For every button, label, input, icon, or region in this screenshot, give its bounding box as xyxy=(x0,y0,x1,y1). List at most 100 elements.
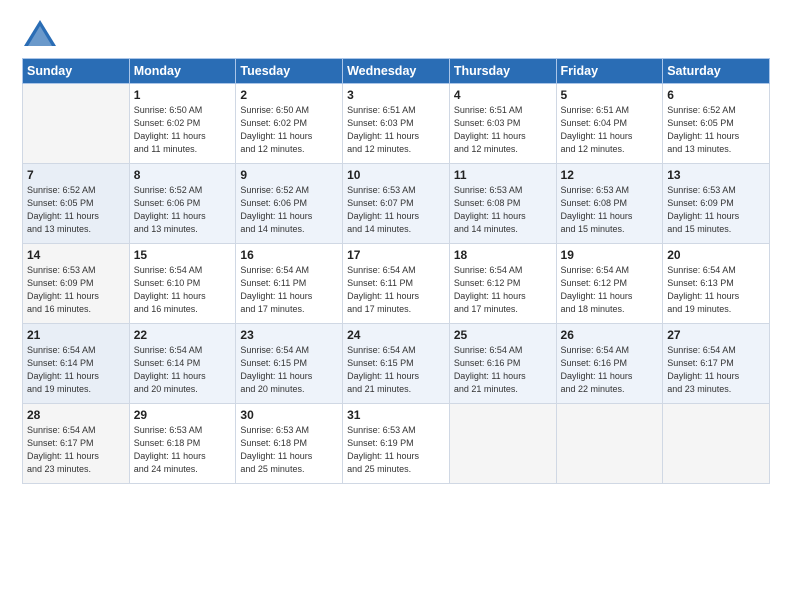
day-info: Sunrise: 6:54 AM Sunset: 6:13 PM Dayligh… xyxy=(667,264,765,316)
day-header-thursday: Thursday xyxy=(449,59,556,84)
day-info: Sunrise: 6:54 AM Sunset: 6:14 PM Dayligh… xyxy=(134,344,232,396)
calendar-cell: 28 Sunrise: 6:54 AM Sunset: 6:17 PM Dayli… xyxy=(23,404,130,484)
calendar-cell: 6Sunrise: 6:52 AM Sunset: 6:05 PM Daylig… xyxy=(663,84,770,164)
day-number: 31 xyxy=(347,408,445,422)
calendar-cell: 27 Sunrise: 6:54 AM Sunset: 6:17 PM Dayli… xyxy=(663,324,770,404)
calendar-cell: 18Sunrise: 6:54 AM Sunset: 6:12 PM Dayli… xyxy=(449,244,556,324)
day-info: Sunrise: 6:54 AM Sunset: 6:16 PM Dayligh… xyxy=(561,344,659,396)
day-number: 9 xyxy=(240,168,338,182)
day-info: Sunrise: 6:54 AM Sunset: 6:12 PM Dayligh… xyxy=(454,264,552,316)
calendar-cell: 10 Sunrise: 6:53 AM Sunset: 6:07 PM Dayli… xyxy=(343,164,450,244)
day-info: Sunrise: 6:53 AM Sunset: 6:18 PM Dayligh… xyxy=(240,424,338,476)
day-info: Sunrise: 6:53 AM Sunset: 6:09 PM Dayligh… xyxy=(667,184,765,236)
page: SundayMondayTuesdayWednesdayThursdayFrid… xyxy=(0,0,792,612)
day-number: 2 xyxy=(240,88,338,102)
day-number: 11 xyxy=(454,168,552,182)
calendar-cell xyxy=(449,404,556,484)
day-header-friday: Friday xyxy=(556,59,663,84)
day-number: 30 xyxy=(240,408,338,422)
day-number: 6 xyxy=(667,88,765,102)
day-number: 8 xyxy=(134,168,232,182)
logo-icon xyxy=(22,18,58,48)
calendar-cell: 5Sunrise: 6:51 AM Sunset: 6:04 PM Daylig… xyxy=(556,84,663,164)
calendar-cell: 4 Sunrise: 6:51 AM Sunset: 6:03 PM Daylig… xyxy=(449,84,556,164)
day-info: Sunrise: 6:51 AM Sunset: 6:04 PM Dayligh… xyxy=(561,104,659,156)
day-info: Sunrise: 6:53 AM Sunset: 6:09 PM Dayligh… xyxy=(27,264,125,316)
calendar-cell xyxy=(663,404,770,484)
day-number: 24 xyxy=(347,328,445,342)
calendar-cell: 30 Sunrise: 6:53 AM Sunset: 6:18 PM Dayli… xyxy=(236,404,343,484)
day-info: Sunrise: 6:54 AM Sunset: 6:11 PM Dayligh… xyxy=(240,264,338,316)
day-info: Sunrise: 6:53 AM Sunset: 6:07 PM Dayligh… xyxy=(347,184,445,236)
day-number: 14 xyxy=(27,248,125,262)
calendar-cell: 23 Sunrise: 6:54 AM Sunset: 6:15 PM Dayli… xyxy=(236,324,343,404)
calendar-cell: 31 Sunrise: 6:53 AM Sunset: 6:19 PM Dayli… xyxy=(343,404,450,484)
day-number: 16 xyxy=(240,248,338,262)
calendar-cell: 9 Sunrise: 6:52 AM Sunset: 6:06 PM Daylig… xyxy=(236,164,343,244)
day-info: Sunrise: 6:53 AM Sunset: 6:08 PM Dayligh… xyxy=(561,184,659,236)
calendar-cell: 25 Sunrise: 6:54 AM Sunset: 6:16 PM Dayli… xyxy=(449,324,556,404)
calendar-cell: 26 Sunrise: 6:54 AM Sunset: 6:16 PM Dayli… xyxy=(556,324,663,404)
calendar-cell: 13 Sunrise: 6:53 AM Sunset: 6:09 PM Dayli… xyxy=(663,164,770,244)
calendar-week-row: 14 Sunrise: 6:53 AM Sunset: 6:09 PM Dayli… xyxy=(23,244,770,324)
day-header-sunday: Sunday xyxy=(23,59,130,84)
calendar-week-row: 1Sunrise: 6:50 AM Sunset: 6:02 PM Daylig… xyxy=(23,84,770,164)
day-number: 17 xyxy=(347,248,445,262)
day-number: 27 xyxy=(667,328,765,342)
day-number: 29 xyxy=(134,408,232,422)
day-header-saturday: Saturday xyxy=(663,59,770,84)
day-info: Sunrise: 6:53 AM Sunset: 6:19 PM Dayligh… xyxy=(347,424,445,476)
day-number: 21 xyxy=(27,328,125,342)
day-info: Sunrise: 6:54 AM Sunset: 6:17 PM Dayligh… xyxy=(27,424,125,476)
day-header-wednesday: Wednesday xyxy=(343,59,450,84)
calendar-cell: 20 Sunrise: 6:54 AM Sunset: 6:13 PM Dayli… xyxy=(663,244,770,324)
day-number: 19 xyxy=(561,248,659,262)
day-header-tuesday: Tuesday xyxy=(236,59,343,84)
day-header-monday: Monday xyxy=(129,59,236,84)
day-info: Sunrise: 6:54 AM Sunset: 6:10 PM Dayligh… xyxy=(134,264,232,316)
day-info: Sunrise: 6:54 AM Sunset: 6:15 PM Dayligh… xyxy=(240,344,338,396)
day-number: 10 xyxy=(347,168,445,182)
day-number: 28 xyxy=(27,408,125,422)
day-number: 23 xyxy=(240,328,338,342)
day-info: Sunrise: 6:54 AM Sunset: 6:11 PM Dayligh… xyxy=(347,264,445,316)
header xyxy=(22,18,770,48)
day-info: Sunrise: 6:52 AM Sunset: 6:06 PM Dayligh… xyxy=(240,184,338,236)
calendar-cell: 11 Sunrise: 6:53 AM Sunset: 6:08 PM Dayli… xyxy=(449,164,556,244)
day-number: 3 xyxy=(347,88,445,102)
calendar-cell: 24Sunrise: 6:54 AM Sunset: 6:15 PM Dayli… xyxy=(343,324,450,404)
day-number: 25 xyxy=(454,328,552,342)
day-info: Sunrise: 6:54 AM Sunset: 6:17 PM Dayligh… xyxy=(667,344,765,396)
calendar-cell: 2Sunrise: 6:50 AM Sunset: 6:02 PM Daylig… xyxy=(236,84,343,164)
calendar-cell xyxy=(23,84,130,164)
calendar-cell: 22 Sunrise: 6:54 AM Sunset: 6:14 PM Dayli… xyxy=(129,324,236,404)
day-info: Sunrise: 6:52 AM Sunset: 6:05 PM Dayligh… xyxy=(27,184,125,236)
day-number: 20 xyxy=(667,248,765,262)
calendar-cell: 3 Sunrise: 6:51 AM Sunset: 6:03 PM Daylig… xyxy=(343,84,450,164)
day-number: 7 xyxy=(27,168,125,182)
calendar-cell: 7 Sunrise: 6:52 AM Sunset: 6:05 PM Daylig… xyxy=(23,164,130,244)
day-number: 26 xyxy=(561,328,659,342)
calendar-cell: 16 Sunrise: 6:54 AM Sunset: 6:11 PM Dayli… xyxy=(236,244,343,324)
day-info: Sunrise: 6:54 AM Sunset: 6:16 PM Dayligh… xyxy=(454,344,552,396)
day-info: Sunrise: 6:53 AM Sunset: 6:08 PM Dayligh… xyxy=(454,184,552,236)
day-info: Sunrise: 6:51 AM Sunset: 6:03 PM Dayligh… xyxy=(347,104,445,156)
calendar-cell: 17 Sunrise: 6:54 AM Sunset: 6:11 PM Dayli… xyxy=(343,244,450,324)
calendar-cell xyxy=(556,404,663,484)
day-info: Sunrise: 6:51 AM Sunset: 6:03 PM Dayligh… xyxy=(454,104,552,156)
day-number: 13 xyxy=(667,168,765,182)
calendar-week-row: 7 Sunrise: 6:52 AM Sunset: 6:05 PM Daylig… xyxy=(23,164,770,244)
logo xyxy=(22,18,62,48)
calendar-cell: 29 Sunrise: 6:53 AM Sunset: 6:18 PM Dayli… xyxy=(129,404,236,484)
day-number: 12 xyxy=(561,168,659,182)
calendar-cell: 8Sunrise: 6:52 AM Sunset: 6:06 PM Daylig… xyxy=(129,164,236,244)
calendar-week-row: 21 Sunrise: 6:54 AM Sunset: 6:14 PM Dayli… xyxy=(23,324,770,404)
day-info: Sunrise: 6:53 AM Sunset: 6:18 PM Dayligh… xyxy=(134,424,232,476)
day-number: 1 xyxy=(134,88,232,102)
day-number: 15 xyxy=(134,248,232,262)
day-number: 4 xyxy=(454,88,552,102)
day-info: Sunrise: 6:54 AM Sunset: 6:12 PM Dayligh… xyxy=(561,264,659,316)
day-number: 22 xyxy=(134,328,232,342)
calendar-week-row: 28 Sunrise: 6:54 AM Sunset: 6:17 PM Dayli… xyxy=(23,404,770,484)
calendar-cell: 12 Sunrise: 6:53 AM Sunset: 6:08 PM Dayli… xyxy=(556,164,663,244)
